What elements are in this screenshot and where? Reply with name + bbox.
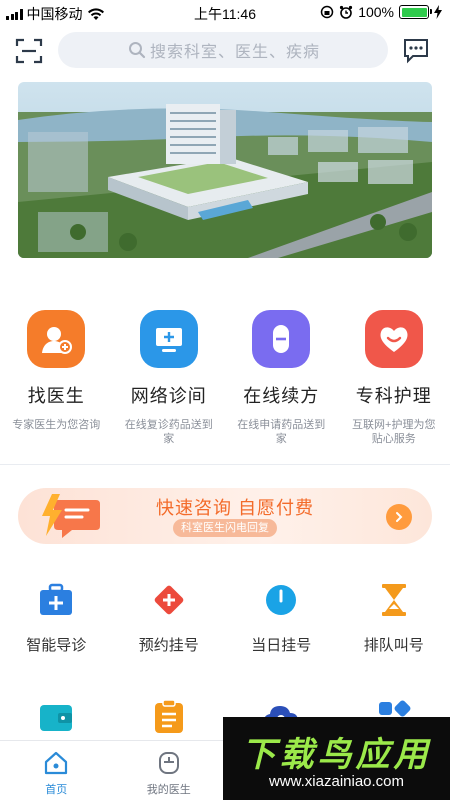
my-doctor-icon [158, 752, 179, 774]
service-title: 网络诊间 [130, 386, 207, 406]
promo-title: 快速咨询 自愿付费 [155, 498, 314, 518]
grid-label: 预约挂号 [138, 637, 199, 654]
grid-label: 当日挂号 [251, 637, 312, 654]
service-online-clinic[interactable]: 网络诊间 在线复诊药品送到家 [113, 310, 226, 455]
search-placeholder: 搜索科室、医生、疾病 [150, 44, 321, 61]
tab-label: 首页 [45, 784, 68, 796]
wallet-icon [36, 697, 76, 737]
charging-icon [434, 5, 442, 19]
service-title: 在线续方 [243, 386, 320, 406]
grid-label: 排队叫号 [363, 637, 424, 654]
plus-diamond-icon [149, 580, 189, 620]
service-title: 专科护理 [355, 386, 432, 406]
search-icon [129, 42, 146, 59]
header: 搜索科室、医生、疾病 [0, 30, 450, 70]
rotation-lock-icon [320, 5, 334, 19]
service-find-doctor[interactable]: 找医生 专家医生为您咨询 [0, 310, 113, 455]
grid-item-report[interactable] [113, 697, 226, 737]
hospital-banner[interactable] [18, 82, 432, 258]
doctor-icon [27, 310, 86, 368]
tab-label: 我的医生 [146, 784, 191, 796]
tab-my-doctor[interactable]: 我的医生 [113, 741, 226, 800]
main-services: 找医生 专家医生为您咨询 网络诊间 在线复诊药品送到家 在线续方 在线申请药品送… [0, 310, 450, 455]
grid-item-queue[interactable]: 排队叫号 [338, 580, 450, 655]
watermark: 下载鸟应用 www.xiazainiao.com [223, 717, 450, 800]
service-title: 找医生 [27, 386, 85, 406]
grid-item-wallet[interactable] [0, 697, 113, 737]
status-bar: 中国移动 上午11:46 100% [0, 0, 450, 26]
search-input[interactable]: 搜索科室、医生、疾病 [58, 32, 388, 68]
promo-subtitle: 科室医生闪电回复 [173, 519, 277, 537]
battery-percent: 100% [358, 4, 394, 20]
quick-consult-banner[interactable]: 快速咨询 自愿付费 科室医生闪电回复 [18, 488, 432, 544]
service-subtitle: 专家医生为您咨询 [12, 419, 101, 431]
service-subtitle: 在线申请药品送到家 [237, 419, 326, 445]
alarm-icon [340, 5, 353, 19]
grid-row: 智能导诊 预约挂号 当日挂号 排队叫号 [0, 580, 450, 655]
grid-item-same-day[interactable]: 当日挂号 [225, 580, 338, 655]
grid-item-smart-guide[interactable]: 智能导诊 [0, 580, 113, 655]
service-nursing[interactable]: 专科护理 互联网+护理为您贴心服务 [338, 310, 450, 455]
medical-kit-icon [36, 580, 76, 620]
scan-icon[interactable] [14, 36, 44, 66]
capsule-icon [252, 310, 311, 368]
battery-icon [399, 5, 432, 19]
watermark-url: www.xiazainiao.com [268, 773, 405, 790]
watermark-title: 下载鸟应用 [241, 736, 432, 774]
clipboard-icon [149, 697, 189, 737]
section-divider [0, 464, 450, 465]
monitor-icon [139, 310, 198, 368]
service-subtitle: 互联网+护理为您贴心服务 [352, 419, 436, 445]
home-icon [45, 751, 68, 775]
message-icon[interactable] [402, 36, 430, 64]
grid-label: 智能导诊 [26, 637, 87, 654]
service-subtitle: 在线复诊药品送到家 [124, 419, 213, 445]
status-right: 100% [320, 4, 442, 20]
tab-home[interactable]: 首页 [0, 741, 113, 800]
service-online-prescription[interactable]: 在线续方 在线申请药品送到家 [225, 310, 338, 455]
service-grid: 智能导诊 预约挂号 当日挂号 排队叫号 [0, 580, 450, 733]
grid-item-appointment[interactable]: 预约挂号 [113, 580, 226, 655]
clock-icon [261, 580, 301, 620]
hourglass-icon [374, 580, 414, 620]
heart-icon [364, 310, 423, 368]
arrow-right-icon[interactable] [386, 504, 412, 530]
hospital-aerial-image [18, 82, 432, 258]
